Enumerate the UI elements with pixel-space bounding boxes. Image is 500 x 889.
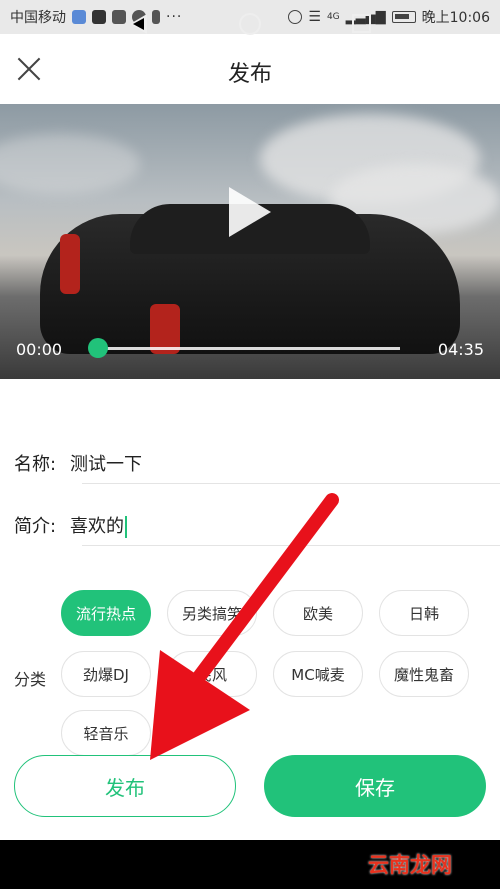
duration: 04:35 <box>437 340 484 359</box>
carrier-name: 中国移动 <box>10 10 66 26</box>
intro-input[interactable]: 喜欢的 <box>70 512 500 538</box>
wifi-icon: ☰ <box>308 9 321 25</box>
network-type: 4G <box>326 12 340 22</box>
divider <box>82 483 500 484</box>
category-chip[interactable]: 另类搞笑 <box>167 590 257 636</box>
category-chip[interactable]: 魔性鬼畜 <box>379 651 469 697</box>
name-field[interactable]: 名称: 测试一下 <box>14 442 500 484</box>
category-chip[interactable]: 流行热点 <box>61 590 151 636</box>
page-title: 发布 <box>227 62 272 87</box>
progress-handle[interactable] <box>88 338 108 358</box>
progress-bar[interactable] <box>98 347 400 350</box>
text-cursor <box>125 516 127 538</box>
app-notification-icon <box>72 10 86 24</box>
video-frame-cloud <box>0 134 140 194</box>
publish-button[interactable]: 发布 <box>14 755 236 817</box>
video-player[interactable] <box>0 104 500 379</box>
camera-app-icon <box>112 10 126 24</box>
name-input[interactable]: 测试一下 <box>70 450 500 476</box>
current-time: 00:00 <box>16 340 63 359</box>
battery-icon <box>391 11 416 23</box>
name-label: 名称: <box>14 454 57 475</box>
alarm-icon <box>288 10 303 24</box>
back-icon-inner <box>133 18 144 30</box>
category-label: 分类 <box>14 670 47 689</box>
play-icon[interactable] <box>229 187 271 237</box>
video-frame-car-detail <box>60 234 80 294</box>
category-chip[interactable]: 欧美 <box>273 590 363 636</box>
home-icon[interactable] <box>239 13 261 35</box>
clock: 晚上10:06 <box>421 10 490 26</box>
intro-field[interactable]: 简介: 喜欢的 <box>14 504 500 546</box>
more-notifications: ··· <box>166 9 183 25</box>
save-button[interactable]: 保存 <box>264 755 486 817</box>
category-chip[interactable]: 劲爆DJ <box>61 651 151 697</box>
header: 发布 <box>0 34 500 104</box>
tiktok-icon <box>92 10 106 24</box>
category-chip[interactable]: 日韩 <box>379 590 469 636</box>
category-chip[interactable]: 民风 <box>167 651 257 697</box>
intro-text: 喜欢的 <box>70 516 124 537</box>
key-icon <box>152 10 160 24</box>
divider <box>82 545 500 546</box>
category-chip[interactable]: 轻音乐 <box>61 710 151 756</box>
category-chip[interactable]: MC喊麦 <box>273 651 363 697</box>
intro-label: 简介: <box>14 516 57 537</box>
watermark: 云南龙网 <box>368 853 452 877</box>
recent-apps-icon[interactable] <box>352 14 371 33</box>
